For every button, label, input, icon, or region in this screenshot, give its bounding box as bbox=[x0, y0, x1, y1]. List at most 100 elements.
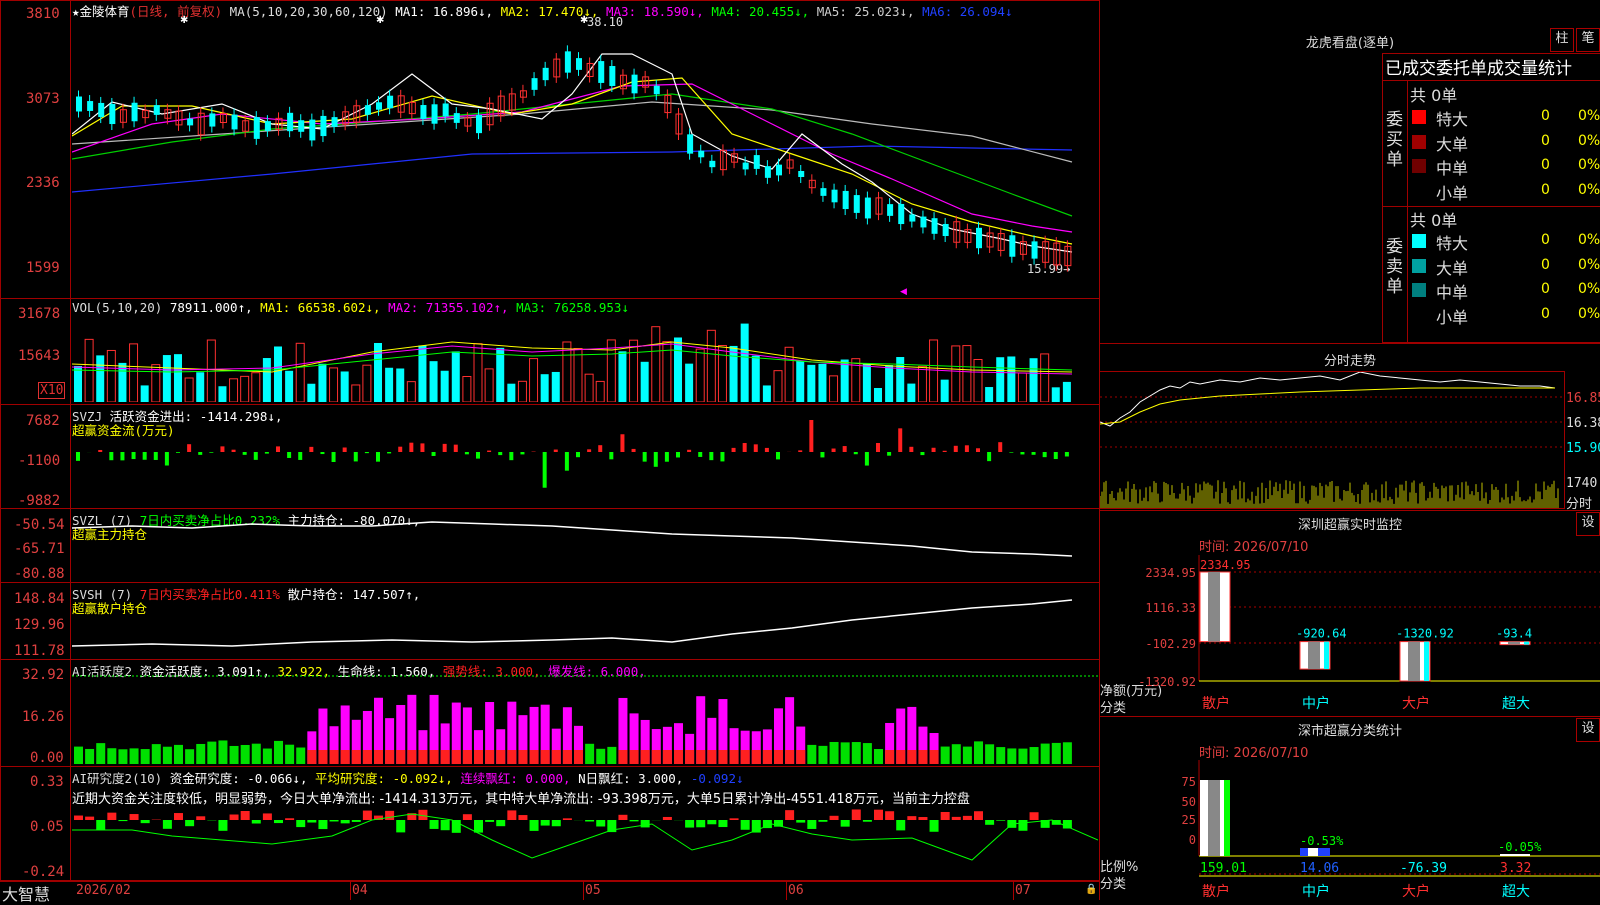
flow-bar bbox=[609, 452, 613, 459]
volume-bar bbox=[885, 365, 893, 402]
separator bbox=[0, 880, 1100, 881]
y-tick: 2334.95 bbox=[1145, 566, 1196, 580]
research-bar bbox=[163, 820, 172, 829]
activity-bar bbox=[952, 744, 961, 764]
activity-bar-base bbox=[363, 750, 372, 764]
flow-bar bbox=[1054, 452, 1058, 459]
vol-ma-line bbox=[72, 342, 1072, 372]
candle-body bbox=[187, 119, 193, 126]
order-percent: 0% bbox=[1578, 182, 1600, 198]
research-bar bbox=[930, 820, 939, 832]
sz-monitor-bar bbox=[1200, 572, 1230, 642]
flow-bar bbox=[1020, 452, 1024, 454]
ai-research-header: AI研究度2(10) 资金研究度: -0.066↓, 平均研究度: -0.092… bbox=[72, 768, 744, 787]
flow-bar bbox=[943, 451, 947, 452]
volume-bar bbox=[907, 384, 915, 402]
activity-bar bbox=[863, 743, 872, 764]
ai-research-bars[interactable] bbox=[72, 800, 1098, 878]
flow-bar bbox=[820, 452, 824, 457]
sz-stats-chart[interactable]: 7550250-0.53%-0.05%159.01散户14.06中户-76.39… bbox=[1100, 760, 1600, 900]
y-tick: 3073 bbox=[26, 91, 60, 107]
flow-bar bbox=[298, 452, 302, 460]
activity-bar bbox=[596, 749, 605, 764]
volume-bars[interactable] bbox=[72, 312, 1098, 402]
order-percent: 0% bbox=[1578, 257, 1600, 273]
activity-bar bbox=[874, 749, 883, 764]
intraday-price: 15.90 bbox=[1566, 441, 1600, 456]
volume-bar bbox=[974, 359, 982, 402]
app-logo[interactable]: 大智慧 bbox=[2, 881, 50, 905]
activity-bar bbox=[152, 744, 161, 764]
activity-bar-base bbox=[563, 750, 572, 764]
ma3-line bbox=[72, 84, 1072, 232]
activity-bar bbox=[996, 747, 1005, 764]
tick-view-button[interactable]: 笔 bbox=[1576, 28, 1600, 52]
flow-bar bbox=[887, 452, 891, 456]
activity-bar-base bbox=[918, 750, 927, 764]
ai-active-bars[interactable] bbox=[72, 674, 1098, 764]
flow-bar bbox=[1043, 452, 1047, 457]
candle-body bbox=[443, 103, 449, 116]
candle-body bbox=[309, 120, 315, 141]
volume-bar bbox=[763, 385, 771, 402]
svzj-bars[interactable] bbox=[72, 420, 1098, 506]
flow-bar bbox=[543, 452, 547, 488]
research-bar bbox=[718, 820, 727, 827]
volume-bar bbox=[652, 327, 660, 402]
activity-bar bbox=[196, 744, 205, 764]
activity-bar-base bbox=[541, 750, 550, 764]
flow-bar bbox=[643, 452, 647, 462]
candle-body bbox=[1032, 241, 1038, 258]
research-bar bbox=[496, 820, 505, 826]
research-bar bbox=[563, 818, 572, 820]
research-bar bbox=[730, 818, 739, 820]
flow-bar bbox=[676, 452, 680, 457]
volume-bar bbox=[952, 346, 960, 402]
activity-bar bbox=[118, 749, 127, 764]
flow-bar bbox=[654, 452, 658, 467]
flow-bar bbox=[76, 452, 80, 461]
research-bar bbox=[341, 820, 350, 823]
svzl-line[interactable] bbox=[72, 510, 1098, 582]
volume-bar bbox=[718, 346, 726, 402]
volume-bar bbox=[996, 357, 1004, 402]
sz-stats-settings-button[interactable]: 设 bbox=[1576, 718, 1600, 742]
sz-monitor-chart[interactable]: 2334.951116.33-102.29-1320.922334.95散户-9… bbox=[1100, 555, 1600, 725]
bar-view-button[interactable]: 柱 bbox=[1550, 28, 1574, 52]
research-bar bbox=[941, 812, 950, 820]
candle-body bbox=[1043, 242, 1049, 263]
order-size-label: 中单 bbox=[1436, 279, 1468, 303]
research-bar bbox=[952, 817, 961, 820]
activity-bar-base bbox=[341, 750, 350, 764]
volume-bar bbox=[574, 348, 582, 402]
order-size-label: 中单 bbox=[1436, 155, 1468, 179]
candle-body bbox=[87, 101, 93, 111]
y-tick: -80.88 bbox=[14, 566, 65, 582]
activity-bar-base bbox=[474, 750, 483, 764]
svsh-line[interactable] bbox=[72, 584, 1098, 658]
candlestick-chart[interactable] bbox=[72, 14, 1098, 296]
flow-bar bbox=[1009, 452, 1013, 453]
candle-body bbox=[798, 171, 804, 177]
intraday-chart[interactable] bbox=[1100, 372, 1564, 508]
activity-bar bbox=[607, 747, 616, 764]
x-axis-label: 2026/02 bbox=[76, 883, 131, 898]
candle-body bbox=[365, 105, 371, 115]
sz-monitor-settings-button[interactable]: 设 bbox=[1576, 512, 1600, 536]
activity-bar-base bbox=[641, 750, 650, 764]
research-bar bbox=[318, 820, 327, 829]
flow-bar bbox=[776, 452, 780, 459]
activity-bar bbox=[296, 748, 305, 764]
volume-bar bbox=[352, 385, 360, 402]
research-bar bbox=[907, 816, 916, 820]
legend-swatch bbox=[1412, 159, 1426, 173]
legend-swatch bbox=[1412, 283, 1426, 297]
dragon-bottom-line bbox=[1099, 343, 1600, 344]
flow-bar bbox=[365, 452, 369, 453]
volume-bar bbox=[318, 364, 326, 402]
candle-body bbox=[887, 204, 893, 216]
category-label: 大户 bbox=[1402, 883, 1430, 900]
activity-bar bbox=[1030, 747, 1039, 764]
y-tick: 3810 bbox=[26, 6, 60, 22]
lock-icon[interactable]: 🔒 bbox=[1085, 884, 1097, 895]
